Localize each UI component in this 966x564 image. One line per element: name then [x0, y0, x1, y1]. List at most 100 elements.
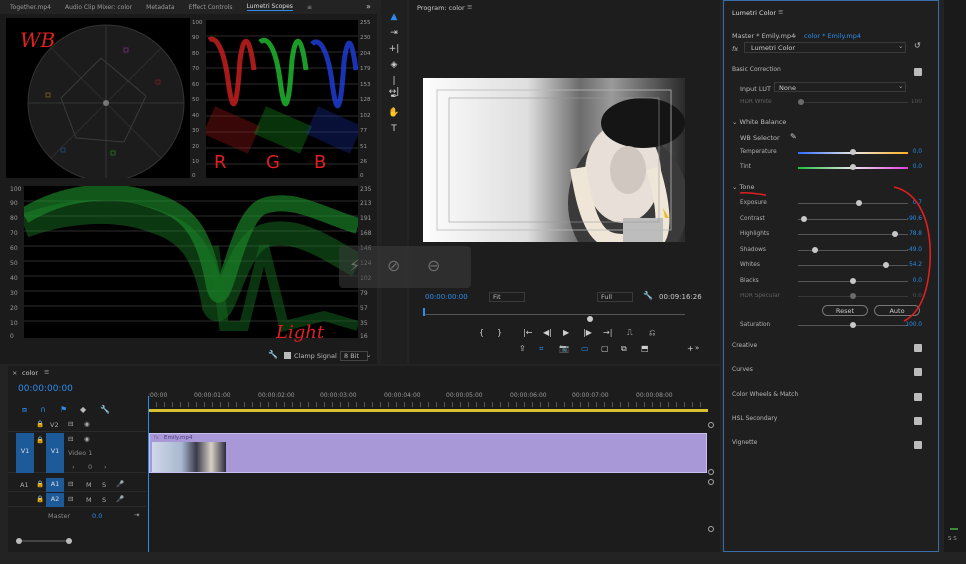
- a2-sync-icon[interactable]: ⊟: [68, 495, 73, 503]
- ripple-edit-tool-icon[interactable]: +|: [388, 44, 400, 55]
- clamp-signal-checkbox[interactable]: [284, 352, 291, 359]
- a2-mic-icon[interactable]: 🎤: [116, 495, 124, 503]
- timeline-timecode[interactable]: 00:00:00:00: [18, 384, 73, 394]
- eyedropper-icon[interactable]: ✎: [790, 132, 797, 141]
- play-icon[interactable]: ▶: [563, 328, 569, 337]
- wrench-icon[interactable]: 🔧: [268, 350, 278, 359]
- nest-icon[interactable]: ⧈: [22, 405, 27, 415]
- master-volume[interactable]: 0.0: [92, 512, 102, 520]
- extract-icon[interactable]: ⎌: [649, 328, 655, 338]
- expand-panels-icon[interactable]: »: [366, 2, 371, 11]
- a1-sync-icon[interactable]: ⊟: [68, 480, 73, 488]
- creative-checkbox[interactable]: [914, 344, 922, 352]
- settings-wrench-icon[interactable]: 🔧: [643, 291, 653, 300]
- sequence-tab[interactable]: color: [22, 369, 38, 377]
- tab-together[interactable]: Together.mp4: [10, 4, 51, 11]
- master-end-icon[interactable]: ⇥: [134, 511, 139, 519]
- mark-out-icon[interactable]: }: [497, 328, 502, 337]
- go-to-out-icon[interactable]: →|: [603, 328, 612, 337]
- full-select[interactable]: Full: [597, 292, 633, 302]
- master-clip-tab[interactable]: Master * Emily.mp4: [732, 32, 795, 40]
- master-chevron-icon[interactable]: ⌄: [792, 31, 797, 39]
- program-video-frame[interactable]: [423, 78, 685, 242]
- program-timecode[interactable]: 00:00:00:00: [425, 293, 468, 301]
- bit-depth-select[interactable]: 8 Bit: [340, 351, 369, 361]
- program-menu-icon[interactable]: ≡: [467, 3, 472, 11]
- section-hsl-secondary[interactable]: HSL Secondary: [732, 415, 928, 429]
- input-lut-select[interactable]: None: [774, 82, 906, 92]
- track-scroll-knob-top[interactable]: [708, 422, 714, 428]
- lumetri-menu-icon[interactable]: ≡: [778, 8, 783, 16]
- pen-tool-icon[interactable]: ✒: [388, 92, 400, 103]
- slider-tint[interactable]: Tint 0.0: [734, 162, 928, 174]
- insert-icon[interactable]: ⇪: [519, 344, 526, 353]
- v1-source-patch[interactable]: V1: [16, 433, 34, 473]
- add-marker-icon[interactable]: ◆: [80, 405, 86, 414]
- reset-effect-icon[interactable]: ↺: [914, 41, 921, 50]
- timeline-settings-icon[interactable]: 🔧: [100, 405, 110, 414]
- time-ruler[interactable]: :00:00 00:00:01:00 00:00:02:00 00:00:03:…: [148, 388, 708, 412]
- curves-checkbox[interactable]: [914, 368, 922, 376]
- section-creative[interactable]: Creative: [732, 342, 928, 356]
- selection-tool-icon[interactable]: ▲: [388, 12, 400, 23]
- a1-target[interactable]: A1: [46, 478, 64, 492]
- step-forward-icon[interactable]: |▶: [583, 328, 592, 337]
- next-keyframe-icon[interactable]: ›: [104, 463, 107, 471]
- linked-select-icon[interactable]: ⚑: [60, 405, 67, 414]
- snap-icon[interactable]: ∩: [40, 405, 46, 414]
- track-scroll-knob-a[interactable]: [708, 479, 714, 485]
- hdr-white-slider[interactable]: HDR White 100: [734, 97, 928, 109]
- tab-audio-mixer[interactable]: Audio Clip Mixer: color: [65, 4, 132, 11]
- basic-correction-checkbox[interactable]: [914, 68, 922, 76]
- section-vignette[interactable]: Vignette: [732, 439, 928, 453]
- lumetri-title[interactable]: Lumetri Color: [732, 9, 776, 17]
- hand-tool-icon[interactable]: ✋: [388, 108, 400, 119]
- v2-label[interactable]: V2: [50, 421, 59, 429]
- track-scroll-knob-bottom[interactable]: [708, 526, 714, 532]
- overwrite-icon[interactable]: ⌗: [539, 344, 544, 354]
- section-curves[interactable]: Curves: [732, 366, 928, 380]
- a1-solo[interactable]: S: [102, 481, 106, 489]
- track-scroll-knob-mid[interactable]: [708, 469, 714, 475]
- white-balance-header[interactable]: ⌄ White Balance: [732, 118, 786, 126]
- v2-lock-icon[interactable]: 🔒: [36, 420, 44, 428]
- a2-mute[interactable]: M: [86, 496, 92, 504]
- mark-in-icon[interactable]: {: [479, 328, 484, 337]
- vr-icon[interactable]: ⬒: [641, 344, 649, 353]
- tab-menu-icon[interactable]: ≡: [307, 4, 312, 11]
- reset-button[interactable]: Reset: [822, 305, 868, 316]
- a1-mic-icon[interactable]: 🎤: [116, 480, 124, 488]
- section-color-wheels[interactable]: Color Wheels & Match: [732, 391, 928, 405]
- comparison-view-icon[interactable]: ▢: [601, 344, 609, 353]
- v1-sync-icon[interactable]: ⊟: [68, 435, 73, 443]
- add-button-icon[interactable]: +: [687, 344, 694, 353]
- basic-correction-header[interactable]: Basic Correction: [732, 66, 928, 80]
- program-monitor-title[interactable]: Program: color: [417, 4, 465, 12]
- safe-margins-icon[interactable]: ▭: [581, 344, 589, 353]
- v1-target[interactable]: V1: [46, 433, 64, 473]
- track-select-tool-icon[interactable]: ⇥: [388, 28, 400, 39]
- tone-header[interactable]: ⌄ Tone: [732, 183, 754, 191]
- step-back-icon[interactable]: ◀|: [543, 328, 552, 337]
- type-tool-icon[interactable]: T: [388, 124, 400, 135]
- tab-metadata[interactable]: Metadata: [146, 4, 174, 11]
- lift-icon[interactable]: ⎍: [627, 328, 633, 338]
- v1-lock-icon[interactable]: 🔒: [36, 436, 44, 444]
- v2-eye-icon[interactable]: ◉: [84, 420, 90, 428]
- go-to-in-icon[interactable]: |←: [523, 328, 532, 337]
- sequence-clip-tab[interactable]: color * Emily.mp4: [804, 32, 861, 40]
- effect-select[interactable]: Lumetri Color: [744, 42, 906, 53]
- slider-temperature[interactable]: Temperature 0.0: [734, 147, 928, 159]
- multicam-icon[interactable]: ⧉: [621, 344, 627, 354]
- playhead-scrubber[interactable]: [423, 308, 685, 322]
- playhead[interactable]: [148, 396, 149, 552]
- v1-eye-icon[interactable]: ◉: [84, 435, 90, 443]
- a1-source-patch[interactable]: A1: [20, 481, 29, 489]
- razor-tool-icon[interactable]: ◈: [388, 60, 400, 71]
- sequence-menu-icon[interactable]: ≡: [44, 368, 49, 376]
- close-sequence-icon[interactable]: ×: [12, 369, 17, 377]
- a1-lock-icon[interactable]: 🔒: [36, 480, 44, 488]
- a2-lock-icon[interactable]: 🔒: [36, 495, 44, 503]
- hsl-checkbox[interactable]: [914, 417, 922, 425]
- timeline-zoom-bar[interactable]: [16, 538, 72, 544]
